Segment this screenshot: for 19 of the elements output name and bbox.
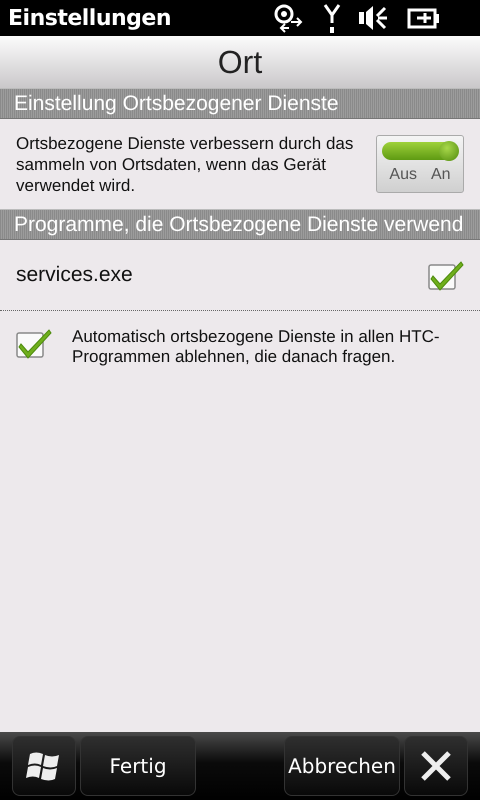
volume-icon[interactable] — [359, 4, 390, 32]
start-button[interactable] — [12, 736, 76, 796]
decline-checkbox[interactable] — [16, 327, 52, 359]
off-label: Aus — [389, 166, 417, 184]
program-checkbox[interactable] — [428, 259, 464, 291]
checkbox-label: Automatisch ortsbezogene Dienste in allen HTC-Programmen ablehnen, die danach fragen. — [72, 327, 441, 367]
page-title: Ort — [218, 44, 262, 80]
program-name: services.exe — [16, 263, 133, 287]
on-label: An — [431, 166, 451, 184]
done-button[interactable]: Fertig — [80, 736, 196, 796]
app-title: Einstellungen — [8, 6, 172, 30]
cancel-button[interactable]: Abbrechen — [284, 736, 400, 796]
signal-icon[interactable] — [323, 3, 342, 33]
section-header: Programme, die Ortsbezogene Dienste verwend — [0, 209, 480, 240]
close-icon — [420, 750, 452, 782]
on-off-switch[interactable]: Aus An — [376, 135, 464, 193]
setting-description: Ortsbezogene Dienste verbessern durch das sammeln von Ortsdaten, wenn das Gerät verwendet wird. — [16, 132, 354, 196]
section-header: Einstellung Ortsbezogener Dienste — [0, 88, 480, 119]
close-button[interactable] — [404, 736, 468, 796]
